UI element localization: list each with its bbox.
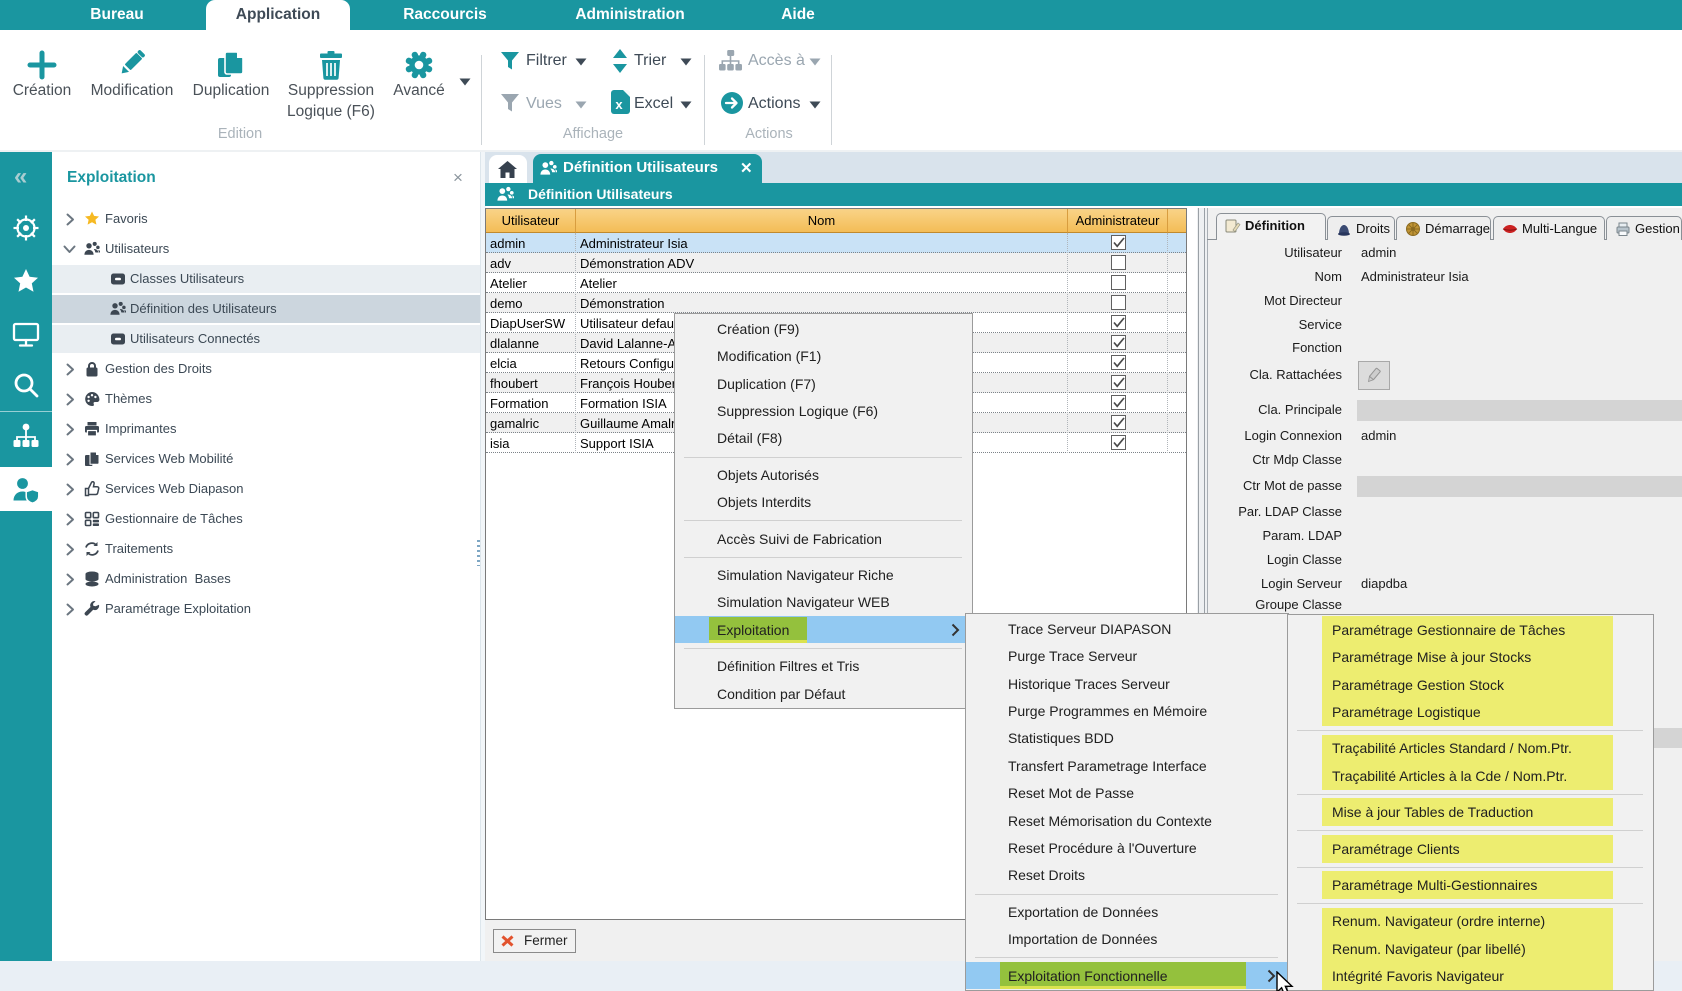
svg-text:x: x bbox=[615, 97, 623, 112]
